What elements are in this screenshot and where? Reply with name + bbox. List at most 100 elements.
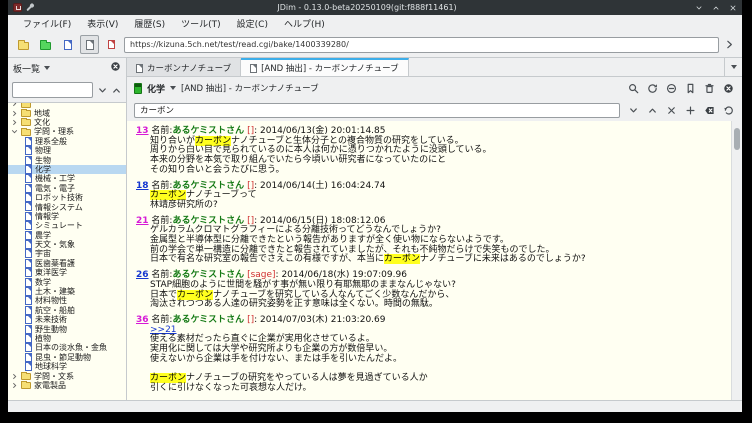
post-body-line: 使えないから企業は手を付けない、または手を引いたんだよ。 — [136, 355, 727, 365]
search-hit: カーボン — [150, 190, 186, 200]
tree-board-医歯薬看護[interactable]: 医歯薬看護 — [8, 259, 126, 268]
scrollbar-thumb[interactable] — [734, 128, 740, 150]
extract-undo-button[interactable] — [721, 103, 735, 117]
status-bar — [8, 400, 742, 412]
sidebar-search-input[interactable] — [12, 82, 93, 98]
sidebar-search-up-button[interactable] — [110, 83, 122, 97]
chevron-right-icon — [11, 382, 18, 389]
board-name[interactable]: 化学 — [147, 82, 165, 95]
extract-add-extract-button[interactable] — [683, 103, 697, 117]
plus-icon — [685, 101, 696, 120]
tree-board-情報システム[interactable]: 情報システム — [8, 202, 126, 211]
tree-board-土木・建築[interactable]: 土木・建築 — [8, 287, 126, 296]
post-number[interactable]: 36 — [136, 315, 149, 325]
thread-view-button[interactable] — [80, 35, 99, 54]
extract-clear-highlight-button[interactable] — [664, 103, 678, 117]
search-hit: カーボン — [150, 373, 186, 383]
image-view-button[interactable] — [102, 35, 121, 54]
menu-item-4[interactable]: 設定(C) — [230, 16, 275, 31]
board-document-icon — [25, 202, 32, 211]
document-icon — [250, 64, 257, 73]
tab-list-button[interactable] — [724, 58, 742, 76]
board-document-icon — [25, 353, 32, 362]
tree-folder-地域[interactable]: 地域 — [8, 108, 126, 117]
minimize-button[interactable] — [695, 4, 703, 12]
thread-reload-button[interactable] — [645, 81, 659, 95]
content-scrollbar[interactable] — [731, 121, 742, 400]
extract-search-down-button[interactable] — [626, 103, 640, 117]
post-number[interactable]: 21 — [136, 216, 149, 226]
menu-item-0[interactable]: ファイル(F) — [16, 16, 78, 31]
sidebar-dropdown-caret-icon[interactable] — [44, 66, 50, 70]
tree-board-野生動物[interactable]: 野生動物 — [8, 324, 126, 333]
sidebar-search-down-button[interactable] — [96, 83, 108, 97]
chevron-down-icon — [695, 4, 703, 12]
post-list: 13 名前:あるケミストさん []: 2014/06/13(金) 20:01:1… — [127, 121, 731, 400]
post-number[interactable]: 18 — [136, 181, 149, 191]
tab-0[interactable]: カーボンナノチューブ — [127, 58, 241, 76]
board-document-icon — [25, 212, 32, 221]
thread-close-button[interactable] — [721, 81, 735, 95]
thread-list-button[interactable] — [58, 35, 77, 54]
sidebar-title: 板一覧 — [13, 62, 40, 75]
tree-board-航空・船舶[interactable]: 航空・船舶 — [8, 306, 126, 315]
tree-board-昆虫・節足動物[interactable]: 昆虫・節足動物 — [8, 353, 126, 362]
menu-item-5[interactable]: ヘルプ(H) — [277, 16, 332, 31]
thread-stop-button[interactable] — [664, 81, 678, 95]
board-document-icon — [25, 165, 32, 174]
extract-search-up-button[interactable] — [645, 103, 659, 117]
maximize-button[interactable] — [712, 4, 720, 12]
tree-board-生物[interactable]: 生物 — [8, 155, 126, 164]
tree-folder-学問・理系[interactable]: 学問・理系 — [8, 127, 126, 136]
board-document-icon — [25, 259, 32, 268]
post-number[interactable]: 13 — [136, 126, 149, 136]
tree-folder-学問・文系[interactable]: 学問・文系 — [8, 371, 126, 380]
menu-item-1[interactable]: 表示(V) — [80, 16, 125, 31]
tree-folder-家電製品[interactable]: 家電製品 — [8, 381, 126, 390]
stop-circle-icon — [666, 79, 677, 98]
chevron-right-icon — [11, 373, 18, 380]
chevron-right-icon — [11, 102, 18, 107]
board-document-icon — [25, 334, 32, 343]
post-36: 36 名前:あるケミストさん []: 2014/07/03(木) 21:03:2… — [136, 316, 727, 394]
tree-board-天文・気象[interactable]: 天文・気象 — [8, 240, 126, 249]
app-icon — [13, 3, 22, 12]
favorites-button[interactable] — [36, 35, 55, 54]
tab-1[interactable]: [AND 抽出] - カーボンナノチューブ — [241, 58, 409, 76]
post-number[interactable]: 26 — [136, 270, 149, 280]
board-icon — [134, 83, 142, 94]
thread-pane: カーボンナノチューブ[AND 抽出] - カーボンナノチューブ 化学 [AND … — [127, 58, 742, 400]
tab-bar: カーボンナノチューブ[AND 抽出] - カーボンナノチューブ — [127, 58, 742, 77]
thread-bookmark-button[interactable] — [683, 81, 697, 95]
menu-item-3[interactable]: ツール(T) — [174, 16, 228, 31]
board-tree: 地域文化学問・理系理系全般物理生物化学機械・工学電気・電子ロボット技術情報システ… — [8, 102, 126, 400]
thread-search-button[interactable] — [626, 81, 640, 95]
sidebar-close-button[interactable] — [109, 61, 121, 75]
document-icon — [136, 64, 143, 73]
chevron-right-icon — [11, 119, 18, 126]
post-author[interactable]: あるケミストさん — [172, 126, 244, 136]
thread-delete-button[interactable] — [702, 81, 716, 95]
tree-board-未来技術[interactable]: 未来技術 — [8, 315, 126, 324]
board-list-button[interactable] — [14, 35, 33, 54]
board-dropdown-caret-icon[interactable] — [170, 86, 176, 90]
thread-search-input[interactable] — [134, 103, 620, 118]
menu-item-2[interactable]: 履歴(S) — [127, 16, 172, 31]
tree-board-シミュレート[interactable]: シミュレート — [8, 221, 126, 230]
go-button[interactable] — [722, 37, 736, 53]
titlebar[interactable]: JDim - 0.13.0-beta20250109(git:f888f1146… — [8, 0, 742, 15]
post-author[interactable]: あるケミストさん — [172, 270, 244, 280]
thread-title: [AND 抽出] - カーボンナノチューブ — [181, 82, 319, 94]
pin-icon[interactable] — [26, 4, 32, 10]
post-26: 26 名前:あるケミストさん [sage]: 2014/06/18(水) 19:… — [136, 271, 727, 310]
board-document-icon — [25, 287, 32, 296]
tree-board-物理[interactable]: 物理 — [8, 146, 126, 155]
board-document-icon — [25, 240, 32, 249]
url-input[interactable] — [124, 37, 719, 53]
close-button[interactable] — [729, 4, 737, 12]
post-author[interactable]: あるケミストさん — [172, 315, 244, 325]
extract-clear-input-button[interactable] — [702, 103, 716, 117]
tree-board-理系全般[interactable]: 理系全般 — [8, 137, 126, 146]
folder-icon — [21, 110, 31, 117]
tree-board-東洋医学[interactable]: 東洋医学 — [8, 268, 126, 277]
